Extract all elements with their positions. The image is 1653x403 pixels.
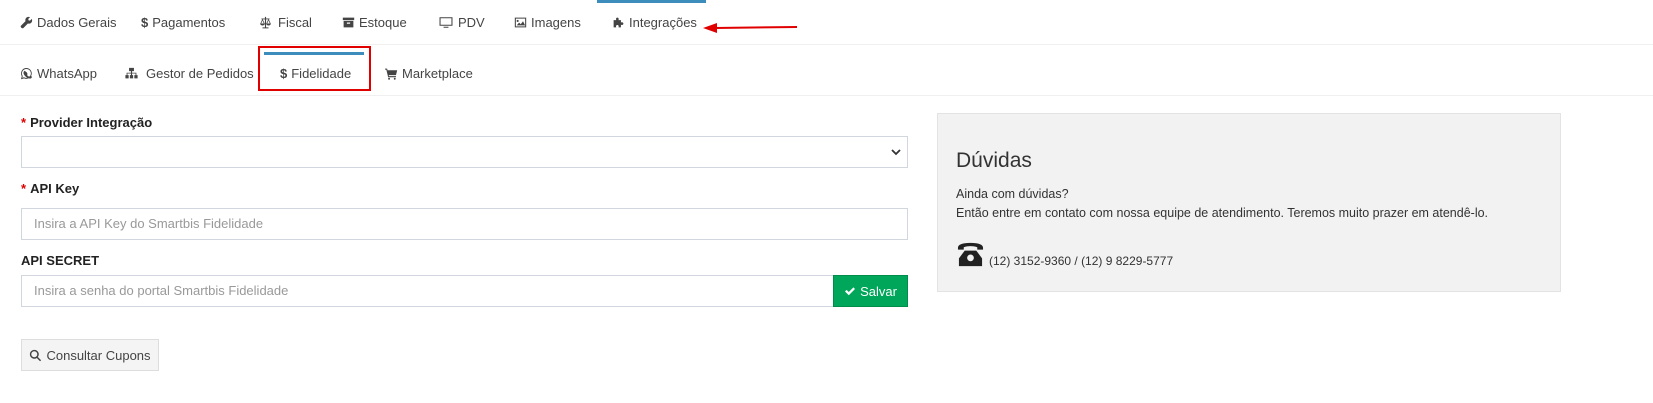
monitor-icon bbox=[437, 15, 454, 29]
image-icon bbox=[513, 15, 527, 29]
tab-label: Pagamentos bbox=[152, 14, 226, 30]
tab-pdv[interactable]: PDV bbox=[437, 0, 485, 44]
annotation-arrow-icon bbox=[703, 23, 798, 33]
dollar-icon: $ bbox=[280, 66, 288, 81]
tab-label: PDV bbox=[458, 14, 485, 30]
archive-icon bbox=[341, 15, 355, 29]
help-panel: Dúvidas Ainda com dúvidas? Então entre e… bbox=[937, 113, 1561, 292]
balance-scale-icon bbox=[256, 15, 274, 29]
check-icon bbox=[845, 287, 856, 296]
help-line-1: Ainda com dúvidas? bbox=[956, 187, 1069, 201]
help-phone: (12) 3152-9360 / (12) 9 8229-5777 bbox=[956, 241, 1173, 268]
tab-integracoes[interactable]: Integrações bbox=[597, 0, 706, 44]
main-tabs: Dados Gerais $ Pagamentos Fiscal Estoque… bbox=[0, 0, 1653, 45]
save-button[interactable]: Salvar bbox=[833, 275, 908, 307]
tab-imagens[interactable]: Imagens bbox=[513, 0, 581, 44]
integration-form: * Provider Integração * API Key Insira a A… bbox=[21, 113, 908, 307]
subtab-marketplace[interactable]: Marketplace bbox=[384, 52, 473, 95]
whatsapp-icon bbox=[19, 67, 33, 81]
api-secret-label: API SECRET bbox=[21, 253, 100, 268]
required-mark: * bbox=[21, 181, 27, 196]
help-line-2: Então entre em contato com nossa equipe … bbox=[956, 206, 1489, 220]
tab-label: Fiscal bbox=[278, 14, 312, 30]
tab-label: Dados Gerais bbox=[37, 14, 117, 30]
tab-label: Marketplace bbox=[402, 66, 473, 81]
wrench-icon bbox=[19, 15, 33, 29]
phone-number: (12) 3152-9360 / (12) 9 8229-5777 bbox=[989, 254, 1174, 268]
tab-fiscal[interactable]: Fiscal bbox=[256, 0, 312, 44]
provider-label: * Provider Integração bbox=[21, 115, 153, 130]
subtab-fidelidade[interactable]: $ Fidelidade bbox=[264, 52, 364, 95]
tab-label: Estoque bbox=[359, 14, 407, 30]
puzzle-icon bbox=[611, 15, 625, 29]
cart-icon bbox=[384, 67, 398, 81]
api-secret-input[interactable]: Insira a senha do portal Smartbis Fideli… bbox=[21, 275, 834, 307]
required-mark: * bbox=[21, 115, 27, 130]
provider-select[interactable] bbox=[21, 136, 908, 168]
search-icon bbox=[30, 349, 42, 361]
sub-tabs: WhatsApp Gestor de Pedidos $ Fidelidade … bbox=[0, 52, 1653, 96]
tab-label: WhatsApp bbox=[37, 66, 97, 81]
subtab-whatsapp[interactable]: WhatsApp bbox=[19, 52, 97, 95]
tab-estoque[interactable]: Estoque bbox=[341, 0, 407, 44]
chevron-down-icon bbox=[891, 149, 901, 156]
sitemap-icon bbox=[124, 67, 138, 81]
tab-label: Imagens bbox=[531, 14, 581, 30]
tab-pagamentos[interactable]: $ Pagamentos bbox=[141, 0, 225, 44]
tab-label: Integrações bbox=[629, 14, 697, 30]
help-title: Dúvidas bbox=[956, 149, 1032, 172]
api-key-label: * API Key bbox=[21, 181, 80, 196]
phone-icon bbox=[957, 242, 984, 267]
tab-label: Fidelidade bbox=[291, 66, 352, 81]
api-key-input[interactable]: Insira a API Key do Smartbis Fidelidade bbox=[21, 208, 908, 240]
tab-dados-gerais[interactable]: Dados Gerais bbox=[19, 0, 116, 44]
dollar-icon: $ bbox=[141, 14, 149, 30]
subtab-gestor-de-pedidos[interactable]: Gestor de Pedidos bbox=[124, 52, 254, 95]
tab-label: Gestor de Pedidos bbox=[146, 66, 254, 81]
consult-coupons-button[interactable]: Consultar Cupons bbox=[21, 339, 159, 371]
